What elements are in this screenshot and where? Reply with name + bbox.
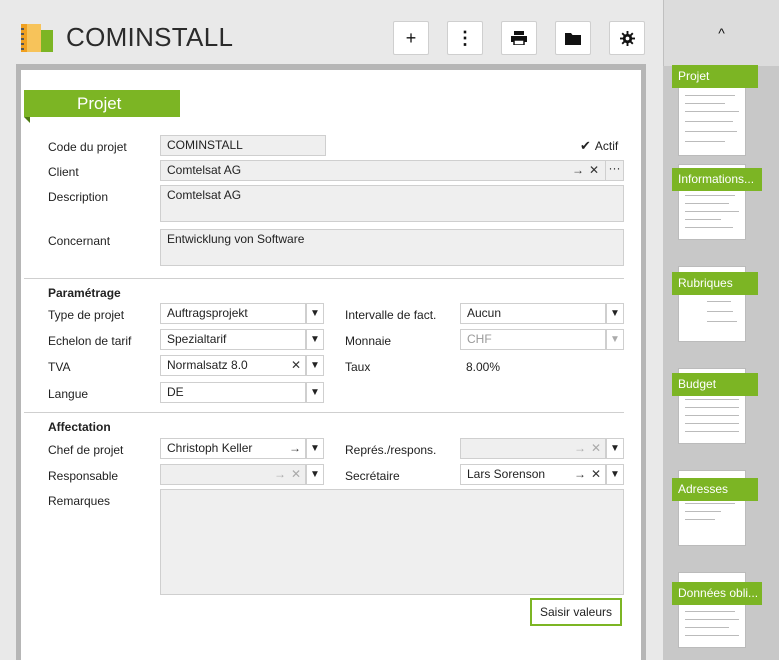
langue-select[interactable]: DE — [160, 382, 306, 403]
print-icon — [511, 31, 527, 45]
code-input[interactable]: COMINSTALL — [160, 135, 326, 156]
taux-value: 8.00% — [466, 360, 501, 374]
secretaire-value: Lars Sorenson — [467, 467, 546, 481]
repres-label: Représ./respons. — [345, 443, 437, 457]
add-button[interactable]: + — [393, 21, 429, 55]
intervalle-label: Intervalle de fact. — [345, 308, 437, 322]
langue-label: Langue — [48, 387, 89, 401]
parametrage-heading: Paramétrage — [48, 286, 121, 300]
chef-value: Christoph Keller — [167, 441, 253, 455]
actif-label: Actif — [594, 139, 619, 153]
clear-icon: ✕ — [290, 467, 301, 481]
intervalle-chevron-down-icon[interactable]: ▼ — [606, 303, 624, 324]
responsable-select[interactable]: → ✕ — [160, 464, 306, 485]
client-label: Client — [48, 165, 79, 179]
intervalle-select[interactable]: Aucun — [460, 303, 606, 324]
scroll-up-button[interactable]: ^ — [663, 0, 779, 66]
chef-label: Chef de projet — [48, 443, 124, 457]
tva-label: TVA — [48, 360, 71, 374]
sidebar-item-budget[interactable]: Budget — [672, 373, 758, 396]
taux-label: Taux — [345, 360, 371, 374]
more-button[interactable]: ⋮ — [447, 21, 483, 55]
concernant-label: Concernant — [48, 234, 111, 248]
clear-icon[interactable]: ✕ — [589, 161, 599, 180]
echelon-chevron-down-icon[interactable]: ▼ — [306, 329, 324, 350]
secretaire-label: Secrétaire — [345, 469, 400, 483]
responsable-chevron-down-icon[interactable]: ▼ — [306, 464, 324, 485]
app-logo-icon — [21, 24, 53, 52]
type-select[interactable]: Auftragsprojekt — [160, 303, 306, 324]
secretaire-select[interactable]: Lars Sorenson → ✕ — [460, 464, 606, 485]
chef-chevron-down-icon[interactable]: ▼ — [306, 438, 324, 459]
tva-value: Normalsatz 8.0 — [167, 358, 248, 372]
description-input[interactable]: Comtelsat AG — [160, 185, 624, 222]
chef-select[interactable]: Christoph Keller → — [160, 438, 306, 459]
section-navigator: ^ Projet Informations... Rubriques Budge… — [663, 0, 779, 660]
echelon-label: Echelon de tarif — [48, 334, 132, 348]
description-label: Description — [48, 190, 109, 204]
echelon-select[interactable]: Spezialtarif — [160, 329, 306, 350]
client-value: Comtelsat AG — [167, 163, 242, 177]
chevron-up-icon: ^ — [718, 25, 725, 41]
clear-icon[interactable]: ✕ — [291, 356, 301, 375]
folder-button[interactable] — [555, 21, 591, 55]
tva-select[interactable]: Normalsatz 8.0 ✕ — [160, 355, 306, 376]
affectation-heading: Affectation — [48, 420, 111, 434]
actif-checkbox[interactable]: ✔ Actif — [580, 138, 618, 154]
goto-arrow-icon[interactable]: → — [289, 439, 301, 458]
sidebar-item-informations[interactable]: Informations... — [672, 168, 762, 191]
clear-icon[interactable]: ✕ — [591, 465, 601, 484]
tva-chevron-down-icon[interactable]: ▼ — [306, 355, 324, 376]
monnaie-label: Monnaie — [345, 334, 392, 348]
goto-arrow-icon[interactable]: → — [574, 465, 586, 484]
secretaire-chevron-down-icon[interactable]: ▼ — [606, 464, 624, 485]
client-input[interactable]: Comtelsat AG → ✕ ··· — [160, 160, 624, 181]
langue-chevron-down-icon[interactable]: ▼ — [306, 382, 324, 403]
saisir-valeurs-button[interactable]: Saisir valeurs — [530, 598, 622, 626]
sidebar-item-donnees[interactable]: Données obli... — [672, 582, 762, 605]
section-title: Projet — [24, 90, 180, 123]
goto-arrow-icon: → — [573, 441, 586, 455]
ellipsis-icon[interactable]: ··· — [605, 161, 623, 180]
divider — [24, 412, 624, 413]
app-header: COMINSTALL + ⋮ — [0, 0, 663, 66]
settings-button[interactable] — [609, 21, 645, 55]
thumbnail-projet[interactable] — [678, 80, 746, 156]
print-button[interactable] — [501, 21, 537, 55]
repres-chevron-down-icon[interactable]: ▼ — [606, 438, 624, 459]
gear-icon — [619, 30, 635, 46]
plus-icon: + — [405, 27, 417, 48]
sidebar-item-projet[interactable]: Projet — [672, 65, 758, 88]
monnaie-chevron-down-icon: ▼ — [606, 329, 624, 350]
monnaie-select: CHF — [460, 329, 606, 350]
type-chevron-down-icon[interactable]: ▼ — [306, 303, 324, 324]
folder-icon — [565, 32, 581, 45]
goto-arrow-icon: → — [273, 467, 286, 481]
project-form: Projet Code du projet COMINSTALL ✔ Actif… — [24, 72, 636, 660]
sidebar-item-adresses[interactable]: Adresses — [672, 478, 758, 501]
type-label: Type de projet — [48, 308, 125, 322]
code-label: Code du projet — [48, 140, 127, 154]
goto-arrow-icon[interactable]: → — [572, 161, 584, 180]
clear-icon: ✕ — [590, 441, 601, 455]
responsable-label: Responsable — [48, 469, 119, 483]
concernant-input[interactable]: Entwicklung von Software — [160, 229, 624, 266]
repres-select[interactable]: → ✕ — [460, 438, 606, 459]
app-title: COMINSTALL — [66, 22, 234, 52]
divider — [24, 278, 624, 279]
remarques-label: Remarques — [48, 494, 111, 508]
remarques-textarea[interactable] — [160, 489, 624, 595]
checkmark-icon: ✔ — [580, 138, 591, 153]
sidebar-item-rubriques[interactable]: Rubriques — [672, 272, 758, 295]
more-vertical-icon: ⋮ — [456, 27, 474, 48]
